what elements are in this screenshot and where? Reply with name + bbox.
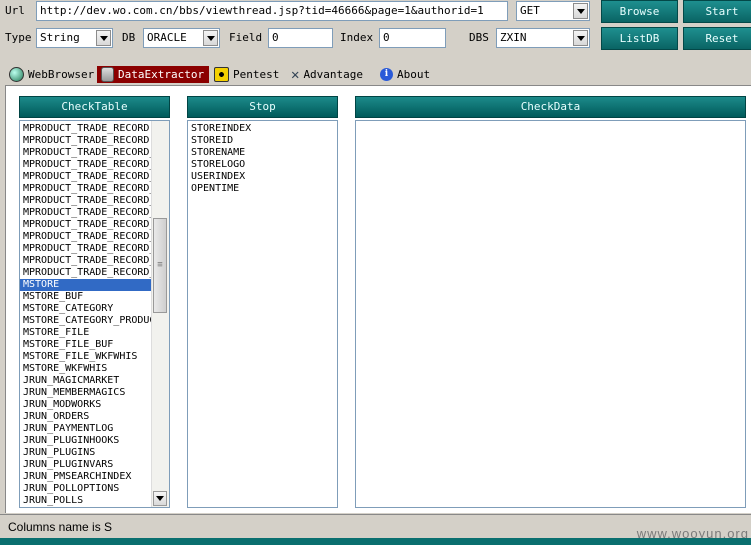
dbs-value: ZXIN: [500, 31, 527, 44]
table-list-item[interactable]: MSTORE: [20, 279, 152, 291]
chevron-down-icon: [156, 496, 164, 501]
tools-icon: ✕: [291, 66, 300, 83]
chevron-down-icon[interactable]: [203, 30, 218, 46]
db-label: DB: [122, 31, 136, 44]
stop-header: Stop: [187, 96, 338, 118]
checkdata-header: CheckData: [355, 96, 746, 118]
reset-button[interactable]: Reset: [683, 27, 751, 50]
checktable-header: CheckTable: [19, 96, 170, 118]
table-list-item[interactable]: JRUN_MEMBERMAGICS: [20, 387, 152, 399]
table-list-item[interactable]: MSTORE_CATEGORY: [20, 303, 152, 315]
field-input[interactable]: 0: [268, 28, 333, 48]
type-value: String: [40, 31, 80, 44]
table-list-item[interactable]: MSTORE_FILE_BUF: [20, 339, 152, 351]
column-list-item[interactable]: OPENTIME: [188, 183, 336, 195]
bottom-accent-bar: [0, 538, 751, 545]
vertical-scrollbar[interactable]: ≡: [151, 121, 169, 507]
type-label: Type: [5, 31, 32, 44]
table-list-item[interactable]: JRUN_MODWORKS: [20, 399, 152, 411]
scroll-down-button[interactable]: [153, 491, 167, 506]
table-list-item[interactable]: MPRODUCT_TRADE_RECORD_: [20, 171, 152, 183]
table-list-item[interactable]: MPRODUCT_TRADE_RECORD: [20, 135, 152, 147]
table-list-item[interactable]: JRUN_ORDERS: [20, 411, 152, 423]
table-list-item[interactable]: MSTORE_FILE: [20, 327, 152, 339]
column-list[interactable]: STOREINDEX STOREID STORENAME STORELOGO USERI…: [187, 120, 338, 508]
table-list-item[interactable]: MSTORE_WKFWHIS: [20, 363, 152, 375]
globe-icon: [9, 67, 24, 82]
status-bar: Columns name is S www.wooyun.org: [0, 514, 751, 541]
tab-label: Pentest: [233, 68, 280, 81]
tab-webbrowser[interactable]: WebBrowser: [5, 66, 98, 83]
table-list-item[interactable]: JRUN_PMSEARCHINDEX: [20, 471, 152, 483]
index-input[interactable]: 0: [379, 28, 446, 48]
table-list-item[interactable]: JRUN_PLUGINS: [20, 447, 152, 459]
column-list-item[interactable]: STORENAME: [188, 147, 336, 159]
table-list-item[interactable]: MPRODUCT_TRADE_RECORD_: [20, 195, 152, 207]
listdb-button[interactable]: ListDB: [601, 27, 678, 50]
table-list-item[interactable]: JRUN_POLLOPTIONS: [20, 483, 152, 495]
table-list-rows: MPRODUCT_TRADE_RECORD MPRODUCT_TRADE_RECO…: [20, 123, 152, 507]
grip-icon: ≡: [157, 260, 163, 270]
tab-about[interactable]: i About: [376, 66, 434, 83]
table-list-item[interactable]: MPRODUCT_TRADE_RECORD_: [20, 207, 152, 219]
table-list-item[interactable]: MPRODUCT_TRADE_RECORD_: [20, 183, 152, 195]
table-list-item[interactable]: JRUN_POLLS: [20, 495, 152, 507]
db-value: ORACLE: [147, 31, 187, 44]
tab-label: DataExtractor: [118, 68, 205, 81]
table-list-item[interactable]: JRUN_PAYMENTLOG: [20, 423, 152, 435]
column-list-item[interactable]: USERINDEX: [188, 171, 336, 183]
table-list-item[interactable]: MPRODUCT_TRADE_RECORD_: [20, 219, 152, 231]
column-list-rows: STOREINDEX STOREID STORENAME STORELOGO USERI…: [188, 123, 336, 195]
checkdata-area[interactable]: [355, 120, 746, 508]
chevron-down-icon[interactable]: [573, 3, 588, 19]
table-list[interactable]: MPRODUCT_TRADE_RECORD MPRODUCT_TRADE_RECO…: [19, 120, 170, 508]
dbs-label: DBS: [469, 31, 489, 44]
status-text: Columns name is S: [8, 520, 113, 534]
tab-dataextractor[interactable]: DataExtractor: [97, 66, 209, 83]
index-label: Index: [340, 31, 374, 44]
table-list-item[interactable]: JRUN_MAGICMARKET: [20, 375, 152, 387]
method-value: GET: [520, 4, 540, 17]
table-list-item[interactable]: MSTORE_BUF: [20, 291, 152, 303]
tab-label: WebBrowser: [28, 68, 95, 81]
table-list-item[interactable]: MSTORE_FILE_WKFWHIS: [20, 351, 152, 363]
table-list-item[interactable]: MPRODUCT_TRADE_RECORD_: [20, 243, 152, 255]
dbs-select[interactable]: ZXIN: [496, 28, 590, 48]
table-list-item[interactable]: MPRODUCT_TRADE_RECORD_: [20, 147, 152, 159]
method-select[interactable]: GET: [516, 1, 590, 21]
column-list-item[interactable]: STORELOGO: [188, 159, 336, 171]
tab-advantage[interactable]: ✕ Advantage: [287, 66, 367, 83]
column-list-item[interactable]: STOREID: [188, 135, 336, 147]
info-icon: i: [380, 68, 393, 81]
column-list-item[interactable]: STOREINDEX: [188, 123, 336, 135]
table-list-item[interactable]: MPRODUCT_TRADE_RECORD_: [20, 267, 152, 279]
url-label: Url: [5, 4, 25, 17]
type-select[interactable]: String: [36, 28, 113, 48]
url-input[interactable]: http://dev.wo.com.cn/bbs/viewthread.jsp?…: [36, 1, 508, 21]
table-list-item[interactable]: MPRODUCT_TRADE_RECORD_: [20, 231, 152, 243]
table-list-item[interactable]: JRUN_PLUGINHOOKS: [20, 435, 152, 447]
table-list-item[interactable]: MSTORE_CATEGORY_PRODUC: [20, 315, 152, 327]
database-icon: [101, 67, 114, 82]
tab-pentest[interactable]: Pentest: [210, 66, 283, 83]
db-select[interactable]: ORACLE: [143, 28, 220, 48]
browse-button[interactable]: Browse: [601, 0, 678, 23]
chevron-down-icon[interactable]: [96, 30, 111, 46]
table-list-item[interactable]: JRUN_PLUGINVARS: [20, 459, 152, 471]
field-label: Field: [229, 31, 263, 44]
start-button[interactable]: Start: [683, 0, 751, 23]
scroll-thumb[interactable]: ≡: [153, 218, 167, 313]
radiation-icon: [214, 67, 229, 82]
table-list-item[interactable]: MPRODUCT_TRADE_RECORD_: [20, 255, 152, 267]
table-list-item[interactable]: MPRODUCT_TRADE_RECORD: [20, 123, 152, 135]
tab-label: Advantage: [303, 68, 364, 81]
table-list-item[interactable]: MPRODUCT_TRADE_RECORD_: [20, 159, 152, 171]
chevron-down-icon[interactable]: [573, 30, 588, 46]
tab-label: About: [397, 68, 431, 81]
